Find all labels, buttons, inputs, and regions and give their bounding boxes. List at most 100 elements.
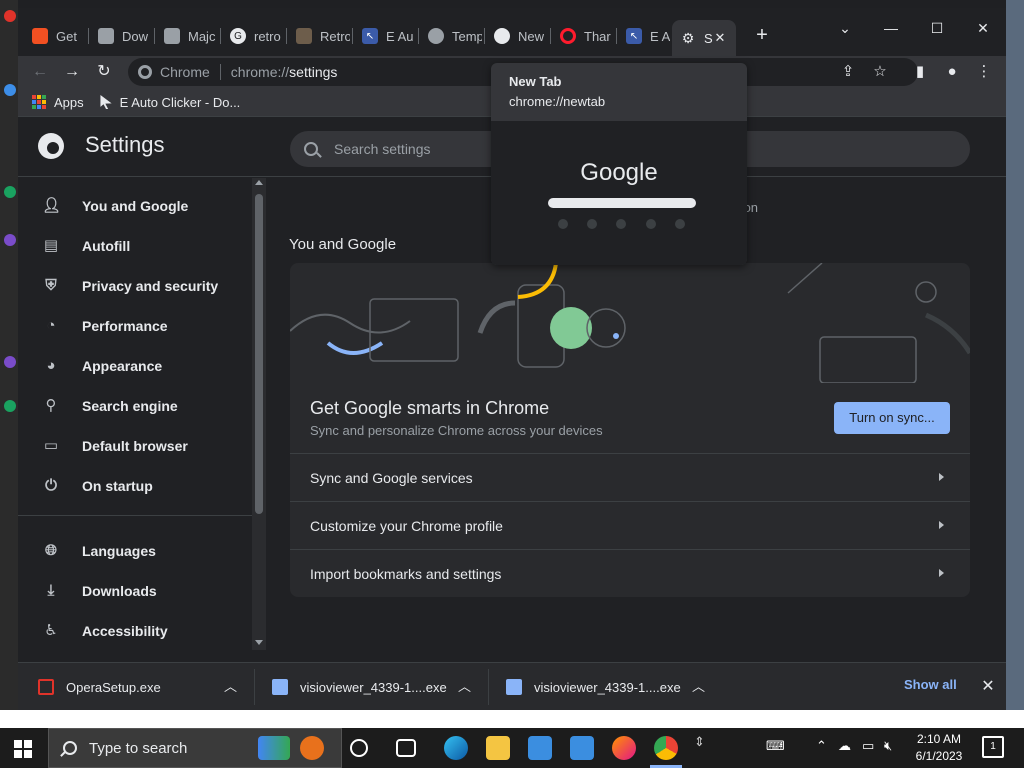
sidebar-item-autofill[interactable]: ▤ Autofill (18, 226, 252, 266)
taskbar-scroll-icon[interactable]: ⇕ (694, 734, 705, 750)
cortana-icon[interactable] (350, 739, 368, 757)
maximize-button[interactable]: ☐ (922, 16, 952, 40)
tab[interactable]: Dow (90, 22, 152, 50)
desktop-app-icon[interactable] (4, 234, 16, 246)
bookmark-e-auto-clicker[interactable]: E Auto Clicker - Do... (98, 95, 240, 110)
scroll-down-arrow-icon[interactable] (255, 640, 263, 645)
profile-icon[interactable]: ● (940, 60, 964, 84)
sidebar-item-appearance[interactable]: ◕ Appearance (18, 346, 252, 386)
chrome-icon[interactable] (654, 736, 678, 760)
tab-separator (286, 28, 287, 44)
desktop-app-icon[interactable] (4, 400, 16, 412)
back-button[interactable]: ← (28, 60, 52, 84)
tab[interactable]: ↖ E Au (618, 22, 670, 50)
tab-label: Dow (122, 28, 149, 44)
tab-new-tab[interactable]: New (486, 22, 548, 50)
keyboard-icon[interactable]: ⌨ (766, 738, 785, 754)
browser-icon: ▭ (43, 437, 59, 454)
close-icon[interactable]: ✕ (712, 30, 728, 46)
google-icon: G (230, 28, 246, 44)
network-icon[interactable]: ▭ (862, 738, 874, 754)
tab-label: Temp (452, 28, 482, 44)
edge-icon[interactable] (444, 736, 468, 760)
desktop-app-icon[interactable] (4, 84, 16, 96)
show-all-link[interactable]: Show all (904, 677, 957, 692)
desktop-app-icon[interactable] (4, 356, 16, 368)
new-tab-button[interactable]: + (750, 24, 774, 48)
tab-settings[interactable]: ⚙ S ✕ (672, 20, 736, 56)
gear-icon: ⚙ (681, 29, 695, 46)
system-clock[interactable]: 2:10 AM 6/1/2023 (914, 731, 964, 765)
share-icon[interactable]: ⇪ (836, 60, 860, 84)
notification-center-icon[interactable]: 1 (982, 736, 1004, 758)
chrome-icon (138, 65, 152, 79)
tab[interactable]: Thar (552, 22, 614, 50)
tab-search-button[interactable]: ⌄ (830, 16, 860, 40)
download-separator (488, 669, 489, 705)
volume-muted-icon[interactable]: 🔇︎ (884, 738, 892, 754)
download-item[interactable]: OperaSetup.exe (38, 663, 161, 711)
basketball-icon[interactable] (300, 736, 324, 760)
row-import-bookmarks[interactable]: Import bookmarks and settings (290, 549, 970, 597)
tab[interactable]: Gretro (222, 22, 284, 50)
sidebar-item-performance[interactable]: ◔ Performance (18, 306, 252, 346)
widgets-icon[interactable] (258, 736, 290, 760)
side-panel-icon[interactable]: ▮ (908, 60, 932, 84)
search-icon: ⚲ (45, 397, 57, 414)
mail-icon[interactable] (570, 736, 594, 760)
turn-on-sync-button[interactable]: Turn on sync... (834, 402, 950, 434)
sidebar-item-default-browser[interactable]: ▭ Default browser (18, 426, 252, 466)
window-close-button[interactable]: ✕ (968, 16, 998, 40)
sidebar-item-label: Accessibility (82, 623, 168, 639)
bookmark-apps[interactable]: Apps (32, 95, 84, 110)
sidebar-item-languages[interactable]: 🌐︎ Languages (18, 531, 252, 571)
sidebar-item-on-startup[interactable]: ⏻ On startup (18, 466, 252, 506)
chevron-up-icon[interactable]: ⌃ (816, 738, 827, 754)
row-sync-google-services[interactable]: Sync and Google services (290, 453, 970, 501)
file-explorer-icon[interactable] (486, 736, 510, 760)
download-item[interactable]: visioviewer_4339-1....exe (272, 663, 447, 711)
store-icon[interactable] (528, 736, 552, 760)
desktop-app-icon[interactable] (4, 186, 16, 198)
windows-start-icon[interactable] (14, 740, 32, 758)
accessibility-icon: ♿︎ (44, 622, 58, 639)
task-view-icon[interactable] (396, 739, 416, 757)
download-item[interactable]: visioviewer_4339-1....exe (506, 663, 681, 711)
tab-label: E Au (650, 28, 670, 44)
firefox-icon[interactable] (612, 736, 636, 760)
sidebar-item-downloads[interactable]: ⤓ Downloads (18, 571, 252, 611)
tab[interactable]: Temp (420, 22, 482, 50)
tab[interactable]: Majc (156, 22, 218, 50)
tab[interactable]: ↖ E Au (354, 22, 416, 50)
sidebar-item-search-engine[interactable]: ⚲ Search engine (18, 386, 252, 426)
star-icon[interactable]: ☆ (868, 60, 892, 84)
cloud-icon[interactable]: ☁ (838, 738, 851, 754)
desktop-app-icon[interactable] (4, 10, 16, 22)
menu-icon[interactable]: ⋮ (972, 60, 996, 84)
tab-separator (616, 28, 617, 44)
minimize-button[interactable]: — (876, 16, 906, 40)
chevron-right-icon (939, 521, 944, 529)
row-customize-profile[interactable]: Customize your Chrome profile (290, 501, 970, 549)
cursor-app-icon: ↖ (362, 28, 378, 44)
reload-button[interactable]: ↻ (92, 60, 116, 84)
globe-icon (428, 28, 444, 44)
installer-icon (272, 679, 288, 695)
sidebar-item-label: Privacy and security (82, 278, 219, 294)
sidebar-item-you-and-google[interactable]: 👤︎ You and Google (18, 186, 252, 226)
scrollbar-thumb[interactable] (255, 194, 263, 514)
chevron-up-icon: ︿ (458, 679, 472, 694)
tab-separator (550, 28, 551, 44)
forward-button[interactable]: → (60, 60, 84, 84)
sidebar-scrollbar[interactable] (252, 178, 266, 650)
scroll-up-arrow-icon[interactable] (255, 180, 263, 185)
taskbar-search[interactable] (48, 728, 342, 768)
tab-label: Get (56, 28, 77, 44)
sidebar-item-accessibility[interactable]: ♿︎ Accessibility (18, 611, 252, 651)
tab[interactable]: Get (24, 22, 86, 50)
avatar-icon (164, 28, 180, 44)
tab[interactable]: Retro (288, 22, 350, 50)
close-icon[interactable]: ✕ (976, 675, 1000, 699)
sidebar-item-privacy[interactable]: ⛨ Privacy and security (18, 266, 252, 306)
tab-label: Majc (188, 28, 216, 44)
